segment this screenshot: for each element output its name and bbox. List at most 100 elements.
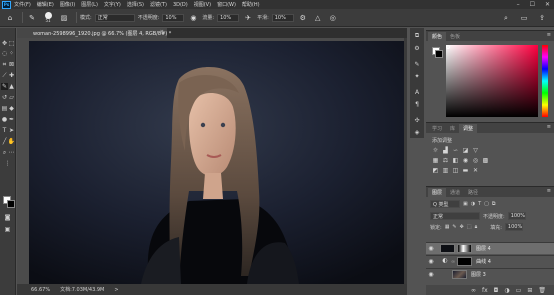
panel-menu-icon[interactable]: ≡ (547, 32, 551, 38)
status-more-icon[interactable]: > (114, 287, 118, 293)
filter-pixel-icon[interactable]: ▣ (463, 201, 468, 207)
color-lookup-icon[interactable]: ▩ (482, 157, 489, 164)
exposure-icon[interactable]: ◪ (462, 147, 469, 154)
background-color-swatch[interactable] (7, 200, 15, 208)
move-tool-icon[interactable]: ✥ (1, 40, 8, 47)
lasso-tool-icon[interactable]: ◌ (1, 50, 8, 57)
zoom-tool-icon[interactable]: ⌕ (1, 149, 8, 156)
layer-mask-thumbnail[interactable] (457, 257, 473, 266)
brightness-contrast-icon[interactable]: ☼ (432, 147, 439, 154)
mask-link-icon[interactable]: ∞ (451, 259, 455, 265)
layer-opacity-field[interactable]: 100% (507, 212, 526, 220)
visibility-eye-icon[interactable]: ◉ (426, 271, 436, 278)
frame-tool-icon[interactable]: ⊠ (8, 61, 15, 68)
quick-select-tool-icon[interactable]: ⁘ (8, 50, 15, 57)
quick-mask-icon[interactable]: ◙ (4, 214, 11, 221)
smoothing-field[interactable]: 10% (271, 13, 294, 22)
marquee-tool-icon[interactable]: ⬚ (8, 40, 15, 47)
tab-swatches[interactable]: 色板 (446, 32, 464, 41)
hand-tool-icon[interactable]: ✋ (8, 138, 15, 145)
threshold-icon[interactable]: ◫ (452, 167, 459, 174)
workspace-icon[interactable]: ▭ (518, 12, 530, 24)
close-tab-icon[interactable]: × (160, 29, 164, 35)
layer-filter-select[interactable]: Q 类型 (430, 200, 460, 208)
photo-filter-icon[interactable]: ◉ (462, 157, 469, 164)
color-balance-icon[interactable]: ⚖ (442, 157, 449, 164)
tab-channels[interactable]: 通道 (446, 188, 464, 197)
menu-layer[interactable]: 图层(L) (81, 1, 98, 8)
add-mask-icon[interactable]: ◘ (494, 287, 499, 294)
invert-icon[interactable]: ◩ (432, 167, 439, 174)
tab-libraries[interactable]: 库 (446, 124, 459, 133)
menu-3d[interactable]: 3D(D) (173, 2, 188, 8)
brush-tool-icon[interactable]: ✎ (26, 12, 38, 24)
color-picker-cursor[interactable] (446, 45, 450, 49)
zoom-level[interactable]: 66.67% (31, 287, 50, 293)
lock-transparency-icon[interactable]: ▦ (445, 224, 450, 230)
path-select-tool-icon[interactable]: ➤ (8, 127, 15, 134)
brush-settings-icon[interactable]: ▨ (58, 12, 70, 24)
share-icon[interactable]: ⇪ (536, 12, 548, 24)
airbrush-icon[interactable]: ✈ (242, 12, 254, 24)
lock-all-icon[interactable]: 🔒︎ (475, 224, 478, 230)
menu-filter[interactable]: 滤镜(T) (150, 1, 167, 8)
brush-angle-icon[interactable]: △ (312, 12, 324, 24)
filter-smart-icon[interactable]: ⧉ (492, 201, 496, 207)
brush-preset-picker[interactable]: 51 (41, 12, 55, 24)
crop-tool-icon[interactable]: ⌗ (1, 61, 8, 68)
blur-tool-icon[interactable]: ◆ (8, 105, 15, 112)
dodge-tool-icon[interactable]: ● (1, 116, 8, 123)
tab-paths[interactable]: 路径 (464, 188, 482, 197)
more-tools-icon[interactable]: ⋯ (8, 149, 15, 156)
brush-tool-active-icon[interactable]: ✎ (1, 83, 8, 90)
menu-type[interactable]: 文字(Y) (104, 1, 121, 8)
mode-select[interactable]: 正常 (94, 13, 135, 22)
lock-artboard-icon[interactable]: ⬚ (467, 224, 472, 230)
filter-type-icon[interactable]: T (478, 201, 481, 207)
gradient-map-icon[interactable]: ▬ (462, 167, 469, 174)
posterize-icon[interactable]: ▥ (442, 167, 449, 174)
lock-position-icon[interactable]: ✥ (460, 224, 464, 230)
new-layer-icon[interactable]: ⊞ (527, 287, 532, 294)
glyphs-panel-icon[interactable]: ✣ (413, 116, 421, 124)
fill-field[interactable]: 100% (504, 223, 523, 231)
tab-color[interactable]: 颜色 (428, 32, 447, 41)
3d-panel-icon[interactable]: ◈ (413, 128, 421, 136)
menu-help[interactable]: 帮助(H) (242, 1, 260, 8)
properties-panel-icon[interactable]: ⚙ (413, 44, 421, 52)
black-white-icon[interactable]: ◧ (452, 157, 459, 164)
document-tab[interactable]: woman-2598996_1920.jpg @ 66.7% (图层 4, RG… (17, 28, 171, 38)
maximize-button[interactable]: ☐ (530, 1, 535, 8)
character-panel-icon[interactable]: A (413, 88, 421, 96)
paragraph-panel-icon[interactable]: ¶ (413, 100, 421, 108)
menu-file[interactable]: 文件(F) (14, 1, 31, 8)
eyedropper-tool-icon[interactable]: ⟋ (1, 72, 8, 79)
layer-row-layer4[interactable]: ◉ 图层 4 (426, 242, 554, 254)
color-picker-field[interactable] (446, 45, 538, 117)
menu-window[interactable]: 窗口(W) (217, 1, 236, 8)
layer-row-curves4[interactable]: ◉ ◐ ∞ 曲线 4 (426, 255, 554, 267)
canvas-area[interactable] (17, 38, 407, 284)
tab-learn[interactable]: 学习 (428, 124, 446, 133)
vertical-scrollbar[interactable] (404, 38, 407, 284)
menu-image[interactable]: 图像(I) (60, 1, 75, 8)
new-adjustment-icon[interactable]: ◑ (504, 287, 509, 294)
history-brush-tool-icon[interactable]: ↺ (1, 94, 8, 101)
tab-adjustments[interactable]: 调整 (459, 124, 478, 133)
type-tool-icon[interactable]: T (1, 127, 8, 134)
panel-menu-icon[interactable]: ≡ (547, 188, 551, 194)
menu-edit[interactable]: 编辑(E) (37, 1, 54, 8)
clone-stamp-tool-icon[interactable]: ▲ (8, 83, 15, 90)
curves-icon[interactable]: ∽ (452, 147, 459, 154)
hue-slider[interactable] (542, 45, 548, 117)
pen-tool-icon[interactable]: ✒ (8, 116, 15, 123)
layer-style-icon[interactable]: fx (482, 287, 488, 294)
pressure-size-icon[interactable]: ◎ (327, 12, 339, 24)
color-panel-background[interactable] (435, 50, 443, 58)
photo-canvas[interactable] (29, 41, 407, 284)
search-icon[interactable]: ⌕ (500, 12, 512, 24)
eraser-tool-icon[interactable]: ▱ (8, 94, 15, 101)
vibrance-icon[interactable]: ▽ (472, 147, 479, 154)
channel-mixer-icon[interactable]: ◎ (472, 157, 479, 164)
flow-field[interactable]: 10% (217, 13, 240, 22)
